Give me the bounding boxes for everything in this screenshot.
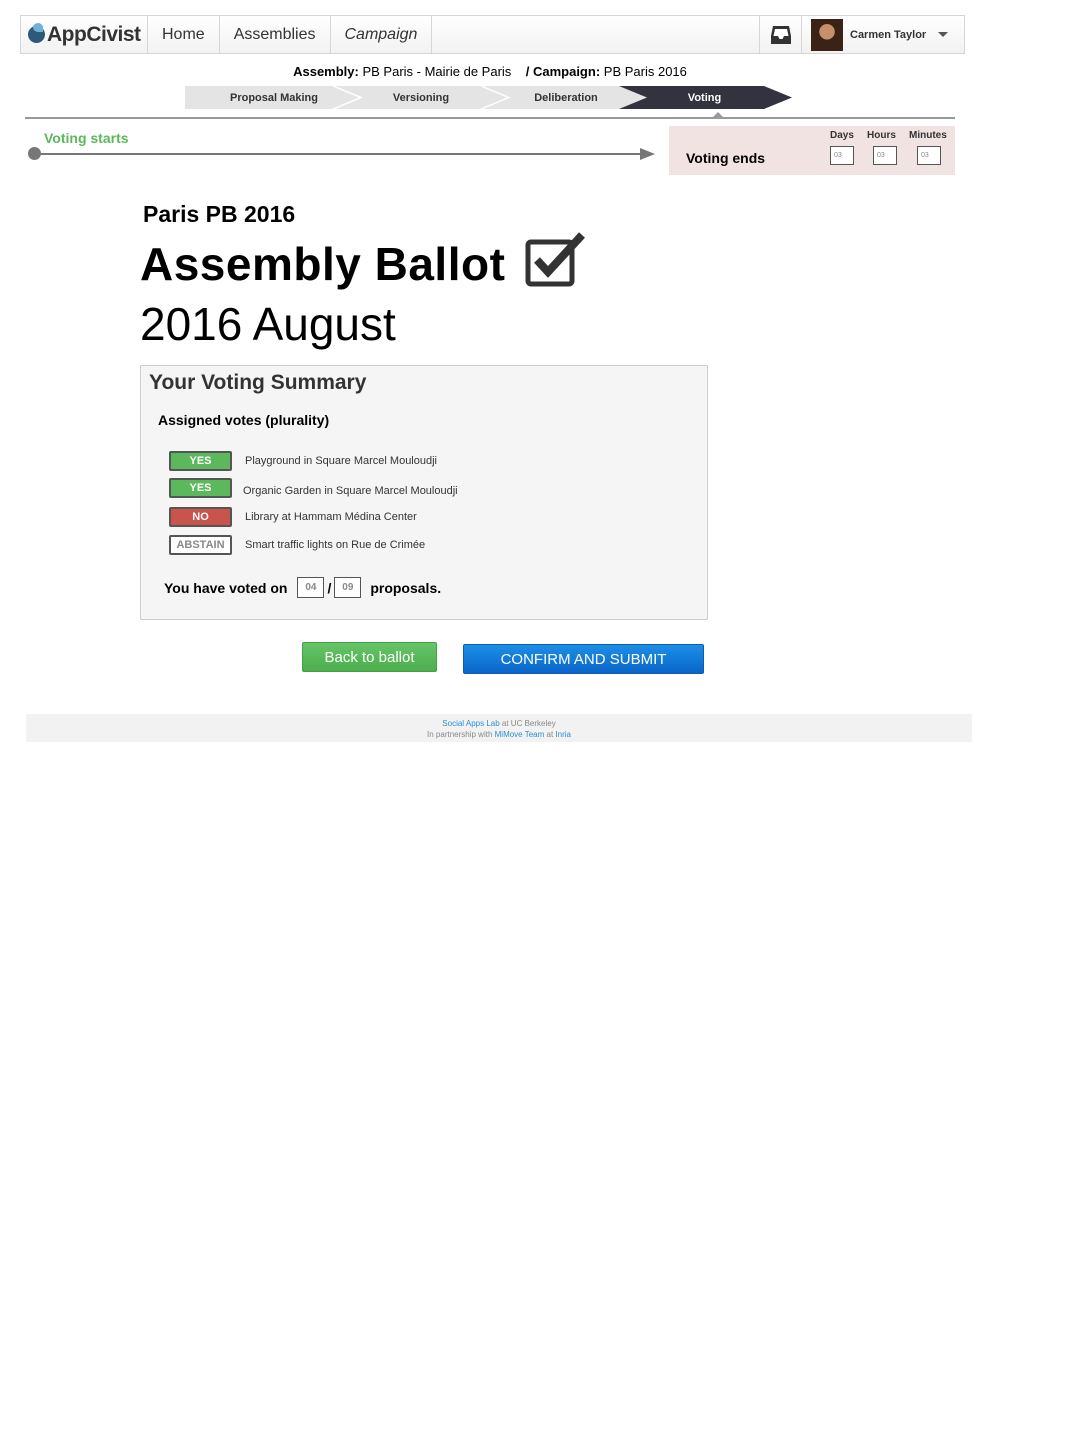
vote-badge-yes: YES — [169, 478, 232, 498]
logo-icon — [28, 23, 45, 43]
vote-badge-abstain: ABSTAIN — [169, 535, 232, 555]
minutes-label: Minutes — [909, 130, 947, 141]
voting-starts-label: Voting starts — [44, 130, 129, 146]
inbox-button[interactable] — [759, 16, 802, 53]
list-item: ABSTAIN Smart traffic lights on Rue de C… — [169, 534, 425, 556]
hours-value: 03 — [873, 146, 897, 165]
top-navbar: AppCivist Home Assemblies Campaign Carme… — [20, 15, 965, 54]
campaign-value[interactable]: PB Paris 2016 — [604, 64, 687, 79]
voting-summary-panel: Your Voting Summary Assigned votes (plur… — [140, 365, 708, 620]
social-apps-lab-link[interactable]: Social Apps Lab — [442, 719, 499, 728]
stage-label: Proposal Making — [229, 91, 319, 104]
list-item: YES Playground in Square Marcel Mouloudj… — [169, 450, 437, 472]
back-to-ballot-button[interactable]: Back to ballot — [302, 642, 437, 672]
appcivist-logo[interactable]: AppCivist — [21, 16, 148, 53]
total-count: 09 — [334, 577, 362, 598]
count-separator: / — [327, 579, 332, 596]
vote-count: You have voted on 04 / 09 proposals. — [164, 577, 441, 598]
stage-voting[interactable]: Voting — [619, 86, 792, 109]
hours-label: Hours — [867, 130, 896, 141]
chevron-down-icon — [938, 32, 949, 37]
checkbox-checked-icon — [525, 232, 585, 287]
footer-lab-text: at UC Berkeley — [499, 719, 556, 728]
assembly-label: Assembly: — [293, 64, 359, 79]
ballot-title: Assembly Ballot — [140, 238, 506, 290]
stage-divider — [25, 117, 955, 119]
days-label: Days — [830, 130, 854, 141]
nav-campaign[interactable]: Campaign — [331, 16, 433, 53]
mimove-team-link[interactable]: MiMove Team — [495, 730, 545, 739]
proposal-name: Library at Hammam Médina Center — [245, 511, 417, 523]
breadcrumb: Assembly: PB Paris - Mairie de Paris / C… — [0, 64, 980, 79]
footer-at-text: at — [544, 730, 556, 739]
assembly-value[interactable]: PB Paris - Mairie de Paris — [362, 64, 511, 79]
voted-count: 04 — [297, 577, 325, 598]
confirm-submit-button[interactable]: CONFIRM AND SUBMIT — [463, 644, 704, 674]
footer-line-1: Social Apps Lab at UC Berkeley — [26, 718, 972, 729]
stage-label: Deliberation — [534, 91, 598, 104]
inria-link[interactable]: Inria — [555, 730, 571, 739]
vote-count-prefix: You have voted on — [164, 579, 288, 596]
summary-subtitle: Assigned votes (plurality) — [158, 412, 330, 428]
timeline-start-dot — [28, 147, 41, 160]
vote-badge-yes: YES — [169, 451, 232, 471]
footer-partner-text: In partnership with — [427, 730, 495, 739]
active-stage-indicator — [712, 112, 724, 118]
vote-badge-no: NO — [169, 507, 232, 527]
logo-text: AppCivist — [47, 22, 141, 46]
footer-line-2: In partnership with MiMove Team at Inria — [26, 729, 972, 740]
timeline-arrow-icon — [640, 148, 655, 160]
avatar — [811, 18, 843, 51]
ballot-subtitle: Paris PB 2016 — [143, 201, 296, 227]
user-name: Carmen Taylor — [850, 28, 927, 41]
list-item: YES Organic Garden in Square Marcel Moul… — [169, 477, 458, 499]
footer: Social Apps Lab at UC Berkeley In partne… — [26, 714, 972, 742]
voting-ends-panel: Voting ends Days Hours Minutes 03 03 03 — [669, 126, 955, 175]
days-value: 03 — [830, 146, 854, 165]
timeline-line — [35, 153, 645, 155]
nav-home[interactable]: Home — [148, 16, 220, 53]
voting-ends-label: Voting ends — [686, 150, 766, 166]
nav-assemblies[interactable]: Assemblies — [220, 16, 331, 53]
minutes-value: 03 — [917, 146, 941, 165]
stage-label: Versioning — [392, 91, 450, 104]
list-item: NO Library at Hammam Médina Center — [169, 506, 417, 528]
proposal-name: Playground in Square Marcel Mouloudji — [245, 455, 437, 467]
ballot-date: 2016 August — [140, 298, 396, 350]
user-menu[interactable]: Carmen Taylor — [802, 16, 964, 53]
stage-label: Voting — [687, 91, 722, 104]
proposal-name: Organic Garden in Square Marcel Mouloudj… — [243, 484, 458, 497]
campaign-slash-label: / Campaign: — [525, 64, 601, 79]
summary-title: Your Voting Summary — [149, 371, 367, 394]
proposal-name: Smart traffic lights on Rue de Crimée — [245, 539, 426, 551]
vote-count-suffix: proposals. — [370, 579, 442, 596]
inbox-icon — [770, 25, 791, 44]
